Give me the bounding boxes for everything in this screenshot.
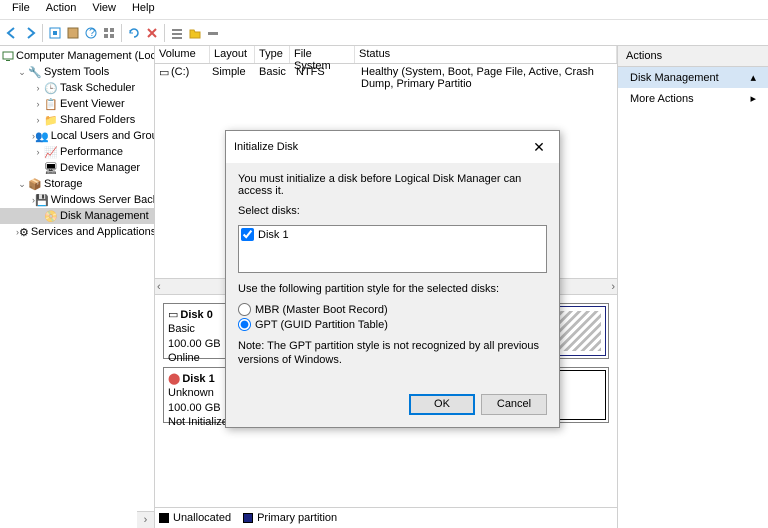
col-type[interactable]: Type xyxy=(255,46,290,63)
properties-icon[interactable] xyxy=(65,25,81,41)
device-icon: 🖥 xyxy=(44,161,58,175)
settings-icon[interactable] xyxy=(205,25,221,41)
tree-device-manager[interactable]: 🖥Device Manager xyxy=(0,160,154,176)
col-volume[interactable]: Volume xyxy=(155,46,210,63)
up-icon[interactable] xyxy=(47,25,63,41)
legend-primary: Primary partition xyxy=(243,512,337,524)
svg-text:?: ? xyxy=(89,27,95,39)
tree-wsb[interactable]: ›💾Windows Server Backup xyxy=(0,192,154,208)
dialog-note: Note: The GPT partition style is not rec… xyxy=(238,339,547,368)
disk-1-checkbox[interactable] xyxy=(241,228,254,241)
menu-view[interactable]: View xyxy=(84,0,124,19)
clock-icon: 🕒 xyxy=(44,81,58,95)
legend-unallocated: Unallocated xyxy=(159,512,231,524)
disk-icon: 📀 xyxy=(44,209,58,223)
back-icon[interactable] xyxy=(4,25,20,41)
menu-bar: File Action View Help xyxy=(0,0,768,20)
dialog-title: Initialize Disk xyxy=(234,141,298,153)
list-icon[interactable] xyxy=(169,25,185,41)
forward-icon[interactable] xyxy=(22,25,38,41)
event-icon: 📋 xyxy=(44,97,58,111)
actions-pane: Actions Disk Management▴ More Actions▸ xyxy=(618,46,768,528)
volume-icon: ▭ xyxy=(159,66,171,80)
computer-icon xyxy=(2,49,14,63)
grid-icon[interactable] xyxy=(101,25,117,41)
folder-icon[interactable] xyxy=(187,25,203,41)
toolbar: ? xyxy=(0,20,768,46)
menu-action[interactable]: Action xyxy=(38,0,85,19)
cancel-button[interactable]: Cancel xyxy=(481,394,547,415)
users-icon: 👥 xyxy=(35,129,49,143)
col-fs[interactable]: File System xyxy=(290,46,355,63)
refresh-icon[interactable] xyxy=(126,25,142,41)
tree-storage[interactable]: ⌄📦Storage xyxy=(0,176,154,192)
help-icon[interactable]: ? xyxy=(83,25,99,41)
tools-icon: 🔧 xyxy=(28,65,42,79)
disk-drive-icon: ▭ xyxy=(168,308,178,322)
disk-unknown-icon: ⬤ xyxy=(168,372,180,386)
services-icon: ⚙ xyxy=(19,225,29,239)
backup-icon: 💾 xyxy=(35,193,49,207)
collapse-icon: ▴ xyxy=(750,71,756,84)
close-icon[interactable]: ✕ xyxy=(527,137,551,157)
actions-disk-mgmt[interactable]: Disk Management▴ xyxy=(618,67,768,88)
tree-system-tools[interactable]: ⌄🔧System Tools xyxy=(0,64,154,80)
tree-task-scheduler[interactable]: ›🕒Task Scheduler xyxy=(0,80,154,96)
perf-icon: 📈 xyxy=(44,145,58,159)
select-disks-label: Select disks: xyxy=(238,205,547,217)
tree-services[interactable]: ›⚙Services and Applications xyxy=(0,224,154,240)
tree-local-users[interactable]: ›👥Local Users and Groups xyxy=(0,128,154,144)
tree-scroll-right[interactable]: › xyxy=(137,511,154,528)
tree-event-viewer[interactable]: ›📋Event Viewer xyxy=(0,96,154,112)
tree-performance[interactable]: ›📈Performance xyxy=(0,144,154,160)
menu-help[interactable]: Help xyxy=(124,0,163,19)
volume-row[interactable]: ▭ (C:) Simple Basic NTFS Healthy (System… xyxy=(155,64,617,82)
delete-icon[interactable] xyxy=(144,25,160,41)
actions-more[interactable]: More Actions▸ xyxy=(618,88,768,109)
legend: Unallocated Primary partition xyxy=(155,507,617,528)
storage-icon: 📦 xyxy=(28,177,42,191)
tree-root[interactable]: Computer Management (Local xyxy=(0,48,154,64)
partition-style-label: Use the following partition style for th… xyxy=(238,283,547,295)
folder-share-icon: 📁 xyxy=(44,113,58,127)
volume-list-header: Volume Layout Type File System Status xyxy=(155,46,617,64)
col-status[interactable]: Status xyxy=(355,46,617,63)
menu-file[interactable]: File xyxy=(4,0,38,19)
col-layout[interactable]: Layout xyxy=(210,46,255,63)
expand-icon: ▸ xyxy=(750,92,756,105)
actions-header: Actions xyxy=(618,46,768,67)
tree-shared-folders[interactable]: ›📁Shared Folders xyxy=(0,112,154,128)
disk-select-list[interactable]: Disk 1 xyxy=(238,225,547,273)
dialog-message: You must initialize a disk before Logica… xyxy=(238,173,547,197)
gpt-radio[interactable] xyxy=(238,318,251,331)
ok-button[interactable]: OK xyxy=(409,394,475,415)
navigation-tree: Computer Management (Local ⌄🔧System Tool… xyxy=(0,46,155,528)
initialize-disk-dialog: Initialize Disk ✕ You must initialize a … xyxy=(225,130,560,428)
mbr-radio[interactable] xyxy=(238,303,251,316)
tree-disk-management[interactable]: 📀Disk Management xyxy=(0,208,154,224)
